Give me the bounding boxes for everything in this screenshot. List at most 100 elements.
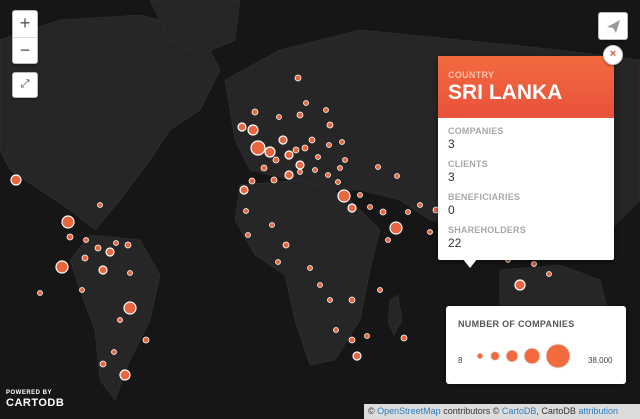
country-bubble[interactable] <box>377 287 383 293</box>
country-bubble[interactable] <box>364 333 370 339</box>
country-bubble[interactable] <box>117 317 123 323</box>
country-bubble[interactable] <box>105 247 115 257</box>
country-bubble[interactable] <box>400 334 408 342</box>
country-bubble[interactable] <box>427 229 433 235</box>
legend-bubble <box>545 343 571 369</box>
country-bubble[interactable] <box>270 176 278 184</box>
zoom-control: + − <box>12 10 38 64</box>
country-bubble[interactable] <box>337 165 343 171</box>
country-bubble[interactable] <box>325 172 331 178</box>
attribution-link[interactable]: attribution <box>578 406 618 416</box>
country-bubble[interactable] <box>308 136 316 144</box>
country-bubble[interactable] <box>275 259 281 265</box>
country-bubble[interactable] <box>312 167 318 173</box>
country-bubble[interactable] <box>348 336 356 344</box>
country-bubble[interactable] <box>142 336 150 344</box>
country-bubble[interactable] <box>260 164 268 172</box>
country-bubble[interactable] <box>248 177 256 185</box>
country-bubble[interactable] <box>295 160 305 170</box>
country-bubble[interactable] <box>335 179 341 185</box>
country-bubble[interactable] <box>333 327 339 333</box>
country-bubble[interactable] <box>10 174 22 186</box>
country-bubble[interactable] <box>79 287 85 293</box>
popup-field: BENEFICIARIES 0 <box>448 192 604 217</box>
country-bubble[interactable] <box>514 279 526 291</box>
country-bubble[interactable] <box>317 282 323 288</box>
country-bubble[interactable] <box>326 142 332 148</box>
legend-bubbles <box>476 343 571 369</box>
country-bubble[interactable] <box>94 244 102 252</box>
country-bubble[interactable] <box>352 351 362 361</box>
country-bubble[interactable] <box>113 240 119 246</box>
country-bubble[interactable] <box>375 164 381 170</box>
country-bubble[interactable] <box>276 114 282 120</box>
country-bubble[interactable] <box>127 270 133 276</box>
country-bubble[interactable] <box>307 265 313 271</box>
cartodb-link[interactable]: CartoDB <box>502 406 537 416</box>
country-bubble[interactable] <box>327 297 333 303</box>
country-bubble[interactable] <box>37 290 43 296</box>
country-bubble[interactable] <box>379 208 387 216</box>
country-bubble[interactable] <box>531 261 537 267</box>
country-bubble[interactable] <box>278 135 288 145</box>
country-bubble[interactable] <box>61 215 75 229</box>
country-bubble[interactable] <box>301 144 309 152</box>
country-bubble[interactable] <box>250 140 266 156</box>
country-bubble[interactable] <box>342 157 348 163</box>
country-bubble[interactable] <box>66 233 74 241</box>
country-bubble[interactable] <box>385 237 391 243</box>
openstreetmap-link[interactable]: OpenStreetMap <box>377 406 441 416</box>
field-label: CLIENTS <box>448 159 488 169</box>
share-button[interactable] <box>598 12 628 40</box>
country-bubble[interactable] <box>264 146 276 158</box>
country-bubble[interactable] <box>347 203 357 213</box>
country-bubble[interactable] <box>405 209 411 215</box>
country-bubble[interactable] <box>294 74 302 82</box>
country-bubble[interactable] <box>292 146 300 154</box>
country-bubble[interactable] <box>237 122 247 132</box>
powered-by-cartodb[interactable]: POWERED BY CARTODB <box>6 390 64 409</box>
country-bubble[interactable] <box>98 265 108 275</box>
country-bubble[interactable] <box>272 156 280 164</box>
country-bubble[interactable] <box>323 107 329 113</box>
country-bubble[interactable] <box>546 271 552 277</box>
fullscreen-button[interactable]: ⤢ <box>13 73 37 97</box>
country-bubble[interactable] <box>119 369 131 381</box>
country-bubble[interactable] <box>247 124 259 136</box>
country-bubble[interactable] <box>81 254 89 262</box>
country-bubble[interactable] <box>284 150 294 160</box>
popup-close-button[interactable]: × <box>603 45 623 65</box>
country-bubble[interactable] <box>297 169 303 175</box>
country-bubble[interactable] <box>97 202 103 208</box>
zoom-out-button[interactable]: − <box>13 37 37 64</box>
country-bubble[interactable] <box>389 221 403 235</box>
map-canvas[interactable]: + − ⤢ COUNTRY SRI LANKA COMPANIES 3 CLIE… <box>0 0 640 419</box>
country-bubble[interactable] <box>315 154 321 160</box>
country-bubble[interactable] <box>348 296 356 304</box>
country-bubble[interactable] <box>284 170 294 180</box>
country-bubble[interactable] <box>357 192 363 198</box>
country-bubble[interactable] <box>417 202 423 208</box>
country-bubble[interactable] <box>394 173 400 179</box>
zoom-in-button[interactable]: + <box>13 11 37 37</box>
paper-plane-icon <box>607 20 620 33</box>
country-bubble[interactable] <box>124 241 132 249</box>
field-value: 22 <box>448 236 462 250</box>
country-bubble[interactable] <box>55 260 69 274</box>
country-bubble[interactable] <box>245 232 251 238</box>
country-bubble[interactable] <box>303 100 309 106</box>
country-bubble[interactable] <box>111 349 117 355</box>
country-bubble[interactable] <box>282 241 290 249</box>
country-bubble[interactable] <box>339 139 345 145</box>
country-bubble[interactable] <box>123 301 137 315</box>
country-bubble[interactable] <box>83 237 89 243</box>
country-bubble[interactable] <box>251 108 259 116</box>
country-bubble[interactable] <box>296 111 304 119</box>
country-bubble[interactable] <box>337 189 351 203</box>
country-bubble[interactable] <box>99 360 107 368</box>
country-bubble[interactable] <box>326 121 334 129</box>
country-bubble[interactable] <box>269 222 275 228</box>
country-bubble[interactable] <box>239 185 249 195</box>
country-bubble[interactable] <box>243 208 249 214</box>
country-bubble[interactable] <box>367 204 373 210</box>
